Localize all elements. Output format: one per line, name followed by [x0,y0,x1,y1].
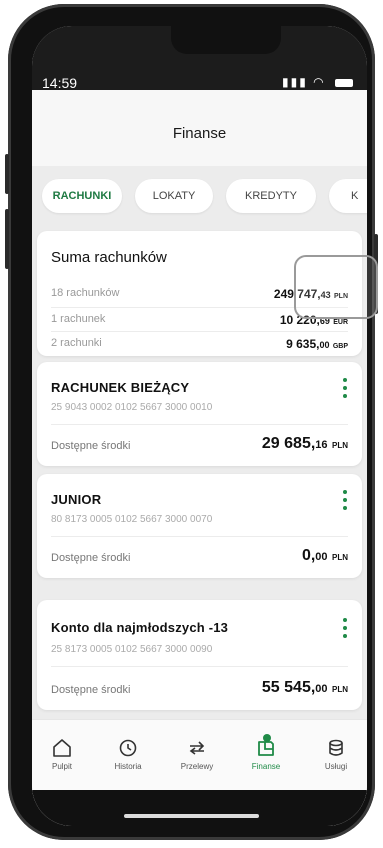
account-number: 25 9043 0002 0102 5667 3000 0010 [51,402,213,413]
more-options-icon[interactable] [342,490,348,510]
home-indicator-area [32,790,367,826]
tab-more[interactable]: K [329,179,367,213]
available-funds-amount: 29 685,16 PLN [261,435,348,452]
highlight-overlay [294,255,378,319]
summary-row-label: 1 rachunek [51,313,106,325]
account-name: RACHUNEK BIEŻĄCY [51,380,190,395]
available-funds-label: Dostępne środki [51,684,131,696]
summary-title: Suma rachunków [51,249,167,266]
available-funds-label: Dostępne środki [51,552,131,564]
divider [51,666,348,667]
divider [51,536,348,537]
status-time: 14:59 [42,75,78,91]
home-bar[interactable] [124,814,259,818]
account-card[interactable]: JUNIOR 80 8173 0005 0102 5667 3000 0070 … [37,474,362,578]
nav-item-historia[interactable]: Historia [98,738,158,771]
nav-item-finanse[interactable]: Finanse [236,734,296,771]
account-number: 25 8173 0005 0102 5667 3000 0090 [51,644,213,655]
nav-item-pulpit[interactable]: Pulpit [32,738,92,771]
summary-row-amount: 9 635,00 GBP [286,337,348,351]
account-number: 80 8173 0005 0102 5667 3000 0070 [51,514,213,525]
account-card[interactable]: RACHUNEK BIEŻĄCY 25 9043 0002 0102 5667 … [37,362,362,466]
history-icon [119,739,137,757]
available-funds-label: Dostępne środki [51,440,131,452]
notch [171,26,281,54]
active-indicator [263,734,271,742]
battery-icon [335,78,353,87]
nav-item-uslugi[interactable]: Usługi [306,738,366,771]
divider [51,331,348,332]
phone-frame: 14:59 ▮▮▮ ◠ Finanse RACHUNKI LOKATY KRED… [5,4,378,840]
more-options-icon[interactable] [342,618,348,638]
screen: 14:59 ▮▮▮ ◠ Finanse RACHUNKI LOKATY KRED… [32,26,367,826]
page-header: Finanse [32,90,367,166]
account-name: JUNIOR [51,492,102,507]
tab-rachunki[interactable]: RACHUNKI [42,179,122,213]
bottom-nav: Pulpit Historia Przelewy Finanse Usługi [32,719,367,826]
summary-row-label: 2 rachunki [51,337,102,349]
available-funds-amount: 55 545,00 PLN [261,679,348,696]
nav-item-przelewy[interactable]: Przelewy [167,738,227,771]
tab-kredyty[interactable]: KREDYTY [226,179,316,213]
volume-up-button [5,154,9,194]
wifi-icon: ◠ [313,75,326,89]
more-options-icon[interactable] [342,378,348,398]
summary-row-label: 18 rachunków [51,287,120,299]
status-icons: ▮▮▮ ◠ [282,75,353,89]
signal-icon: ▮▮▮ [282,75,308,89]
account-name: Konto dla najmłodszych -13 [51,620,229,635]
database-icon [329,739,343,756]
account-card[interactable]: Konto dla najmłodszych -13 25 8173 0005 … [37,600,362,710]
available-funds-amount: 0,00 PLN [301,547,348,564]
volume-down-button [5,209,9,269]
page-title: Finanse [172,125,227,142]
transfer-icon [189,741,205,755]
tab-bar: RACHUNKI LOKATY KREDYTY K [32,166,367,226]
home-icon [53,739,71,757]
summary-row: 2 rachunki 9 635,00 GBP [51,337,348,351]
tab-lokaty[interactable]: LOKATY [135,179,213,213]
divider [51,424,348,425]
